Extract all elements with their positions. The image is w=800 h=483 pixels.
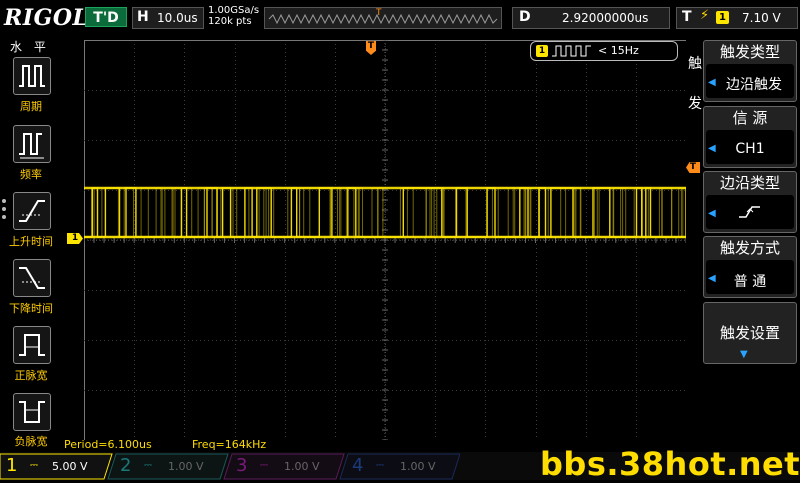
watermark-text: bbs.38hot.net	[540, 445, 800, 483]
sample-rate: 1.00GSa/s	[208, 5, 260, 16]
period-icon	[19, 65, 45, 87]
ch3-number[interactable]: 3	[236, 455, 247, 476]
menu-vertical-char-2: 发	[688, 96, 702, 112]
negative-width-label: 负脉宽	[14, 435, 48, 448]
run-status-badge[interactable]: T'D	[85, 7, 127, 27]
ch3-scale[interactable]: 1.00 V	[284, 460, 320, 473]
frequency-label: 频率	[20, 168, 42, 181]
menu-vertical-char-1: 触	[688, 56, 702, 72]
negative-width-icon	[19, 401, 45, 423]
frequency-measurement: Freq=164kHz	[192, 438, 267, 451]
page-indicator	[2, 199, 6, 223]
grid-lines	[84, 40, 686, 440]
down-arrow-icon: ▼	[740, 349, 748, 360]
positive-width-button[interactable]	[13, 326, 51, 364]
rise-time-label: 上升时间	[9, 235, 53, 248]
rising-edge-icon	[739, 206, 760, 218]
frequency-icon	[19, 133, 44, 159]
menu-vertical-label: 触 发	[688, 44, 702, 124]
trigger-letter: T	[682, 9, 692, 25]
negative-width-button[interactable]	[13, 393, 51, 431]
period-measurement: Period=6.100us	[64, 438, 152, 451]
memory-depth: 120k pts	[208, 16, 252, 27]
trigger-mode-value: 普 通	[733, 274, 767, 290]
trigger-channel-badge: 1	[716, 11, 729, 24]
counter-wave-icon	[552, 45, 591, 57]
period-button[interactable]	[13, 57, 51, 95]
ch2-number[interactable]: 2	[120, 455, 131, 476]
fall-time-label: 下降时间	[9, 302, 53, 315]
counter-value: < 15Hz	[598, 44, 639, 57]
trigger-type-value: 边沿触发	[726, 77, 782, 93]
dc-coupling-icon: ⎓	[30, 460, 38, 471]
brand-logo: RIGOL	[4, 5, 89, 31]
trigger-mode-title: 触发方式	[719, 239, 780, 257]
dc-coupling-icon: ⎓	[376, 460, 384, 471]
positive-width-label: 正脉宽	[14, 369, 48, 382]
period-label: 周期	[20, 100, 42, 113]
trigger-level-value: 7.10 V	[742, 11, 781, 25]
trigger-settings-title: 触发设置	[719, 324, 780, 342]
ch1-offset-marker[interactable]: 1	[67, 233, 83, 244]
trigger-level-marker[interactable]: T	[686, 162, 700, 173]
frequency-button[interactable]	[13, 125, 51, 163]
edge-type-title: 边沿类型	[719, 174, 780, 192]
horizontal-scale-letter: H	[137, 9, 149, 25]
source-value: CH1	[735, 141, 765, 157]
waveform-grid[interactable]	[84, 40, 686, 440]
delay-letter: D	[519, 9, 531, 25]
fall-time-icon	[19, 267, 45, 289]
horizontal-scale-value: 10.0us	[157, 11, 198, 25]
rising-edge-icon: ⚡	[700, 8, 710, 23]
ch4-scale[interactable]: 1.00 V	[400, 460, 436, 473]
counter-channel-badge: 1	[536, 45, 548, 57]
source-title: 信 源	[732, 109, 768, 127]
dc-coupling-icon: ⎓	[260, 460, 268, 471]
ch1-scale[interactable]: 5.00 V	[52, 460, 88, 473]
rise-time-icon	[19, 200, 45, 222]
left-menu-title: 水 平	[10, 40, 50, 54]
ch4-number[interactable]: 4	[352, 455, 363, 476]
left-arrow-icon: ◀	[708, 208, 716, 219]
trigger-type-title: 触发类型	[719, 43, 780, 61]
ch1-number[interactable]: 1	[6, 455, 17, 476]
dc-coupling-icon: ⎓	[144, 460, 152, 471]
fall-time-button[interactable]	[13, 259, 51, 297]
trigger-position-marker: T	[376, 8, 382, 18]
rise-time-button[interactable]	[13, 192, 51, 230]
positive-width-icon	[19, 334, 45, 356]
ch2-scale[interactable]: 1.00 V	[168, 460, 204, 473]
delay-value: 2.92000000us	[562, 11, 649, 25]
